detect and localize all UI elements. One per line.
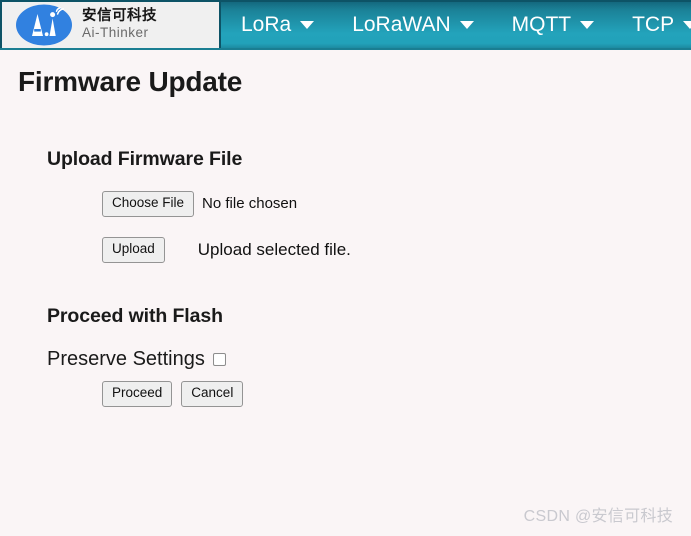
preserve-settings-row: Preserve Settings [47, 348, 647, 371]
top-navbar: 安信可科技 Ai-Thinker LoRa LoRaWAN MQTT TCP [0, 0, 691, 50]
brand-name-cn: 安信可科技 [82, 8, 157, 25]
ai-thinker-logo-icon [15, 3, 73, 47]
proceed-button[interactable]: Proceed [102, 380, 173, 407]
nav-item-mqtt[interactable]: MQTT [511, 13, 595, 37]
cancel-button[interactable]: Cancel [181, 380, 244, 407]
flash-section-heading: Proceed with Flash [47, 304, 223, 327]
nav-menu: LoRa LoRaWAN MQTT TCP [221, 2, 691, 48]
main-content: Upload Firmware File Choose File No file… [47, 148, 647, 407]
preserve-settings-checkbox[interactable] [212, 352, 226, 366]
choose-file-button[interactable]: Choose File [102, 191, 195, 217]
upload-row: Upload Upload selected file. [102, 236, 647, 263]
upload-hint-text: Upload selected file. [197, 239, 351, 259]
chevron-down-icon [683, 21, 691, 29]
upload-section-heading: Upload Firmware File [47, 148, 243, 170]
upload-button[interactable]: Upload [102, 236, 165, 263]
nav-item-tcp[interactable]: TCP [632, 13, 691, 37]
nav-item-label: LoRa [241, 13, 292, 36]
watermark: CSDN @安信可科技 [523, 508, 673, 525]
flash-action-buttons: Proceed Cancel [102, 380, 647, 407]
nav-item-label: TCP [632, 13, 675, 36]
file-status-text: No file chosen [202, 195, 298, 213]
file-picker-row: Choose File No file chosen [102, 191, 647, 217]
nav-item-label: LoRaWAN [352, 13, 451, 36]
nav-item-lorawan[interactable]: LoRaWAN [352, 13, 474, 37]
nav-item-lora[interactable]: LoRa [241, 13, 315, 37]
flash-section: Proceed with Flash Preserve Settings Pro… [47, 305, 647, 407]
chevron-down-icon [459, 21, 474, 29]
page-title: Firmware Update [18, 66, 243, 97]
brand-name-en: Ai-Thinker [82, 25, 149, 41]
brand-logo-area[interactable]: 安信可科技 Ai-Thinker [0, 2, 221, 48]
chevron-down-icon [300, 21, 315, 29]
nav-item-label: MQTT [511, 13, 572, 36]
brand-text: 安信可科技 Ai-Thinker [82, 9, 157, 40]
chevron-down-icon [580, 21, 595, 29]
preserve-settings-label: Preserve Settings [47, 347, 205, 370]
